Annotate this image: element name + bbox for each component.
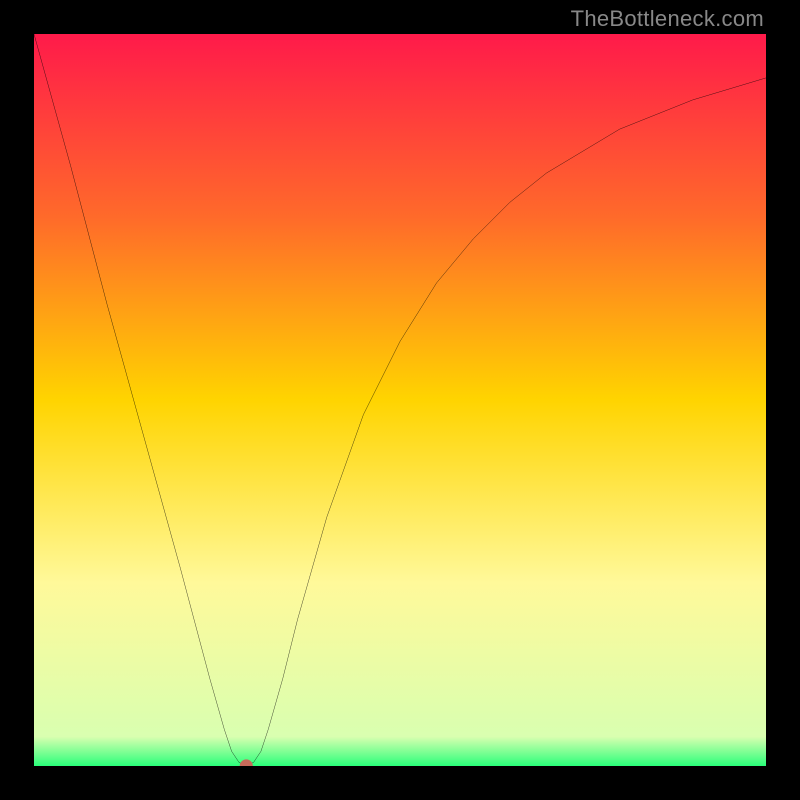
- plot-area: [34, 34, 766, 766]
- chart-container: TheBottleneck.com: [0, 0, 800, 800]
- gradient-background: [34, 34, 766, 766]
- watermark-text: TheBottleneck.com: [571, 6, 764, 32]
